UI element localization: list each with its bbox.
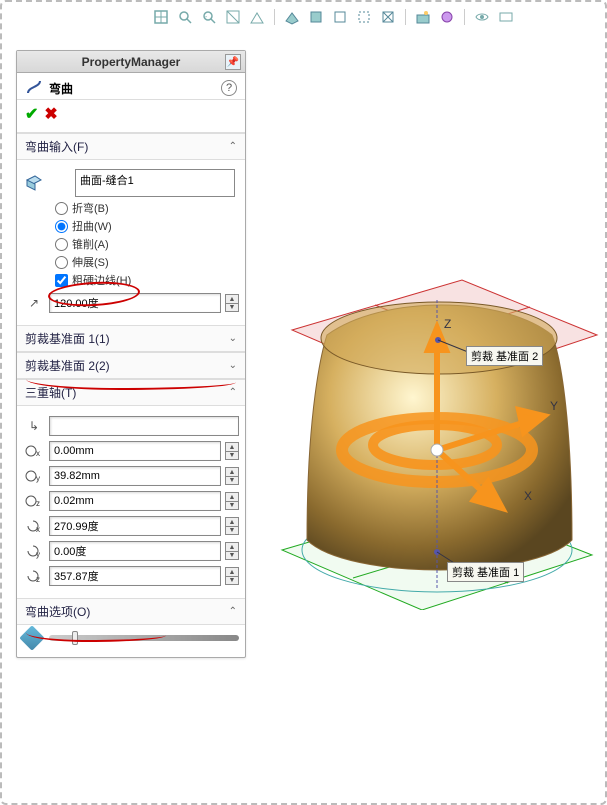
- section-triad[interactable]: 三重轴(T) ⌃: [17, 379, 245, 406]
- scene-icon[interactable]: [414, 8, 432, 26]
- radio-taper[interactable]: 锥削(A): [55, 236, 239, 252]
- help-icon[interactable]: ?: [221, 80, 237, 96]
- axis-x-label: X: [524, 489, 532, 503]
- chevron-up-icon: ⌃: [229, 141, 237, 152]
- chevron-down-icon: ⌄: [229, 360, 237, 371]
- checkbox-hard-edges[interactable]: 粗硬边线(H): [55, 272, 239, 288]
- ry-spin[interactable]: ▲▼: [225, 542, 239, 560]
- body-item: 曲面-缝合1: [80, 175, 134, 187]
- property-manager: PropertyManager 📌 弯曲 ? ✔ ✖ 弯曲输入(F) ⌃ 曲面-…: [16, 50, 246, 658]
- cz-spin[interactable]: ▲▼: [225, 492, 239, 510]
- hide-show-icon[interactable]: [473, 8, 491, 26]
- ry-input[interactable]: [49, 541, 221, 561]
- view-zoom-area-icon[interactable]: [176, 8, 194, 26]
- section-trim2-label: 剪裁基准面 2(2): [25, 357, 110, 374]
- section-flex-input[interactable]: 弯曲输入(F) ⌃: [17, 133, 245, 160]
- angle-icon: ↗: [23, 292, 45, 314]
- flex-type-group: 折弯(B) 扭曲(W) 锥削(A) 伸展(S): [55, 200, 239, 270]
- section-trim2[interactable]: 剪裁基准面 2(2) ⌄: [17, 352, 245, 379]
- axis-y-label: Y: [550, 399, 558, 413]
- label-trim-plane-2[interactable]: 剪裁 基准面 2: [466, 346, 543, 366]
- viewport-scene: Z Y X: [252, 50, 602, 610]
- view-section-icon[interactable]: [224, 8, 242, 26]
- view-toolbar: -: [152, 8, 515, 26]
- origin-select-input[interactable]: [49, 416, 239, 436]
- viewport[interactable]: Z Y X 剪裁 基准面 2 剪裁 基准面 1: [252, 50, 602, 750]
- triad-body: ↳ x ▲▼ y ▲▼ z ▲▼ x ▲▼ y ▲▼ z: [17, 406, 245, 598]
- ry-icon: y: [23, 540, 45, 562]
- body-select-icon: [23, 172, 45, 194]
- section-flex-options-label: 弯曲选项(O): [25, 603, 90, 620]
- chevron-up-icon: ⌃: [229, 606, 237, 617]
- display-hidden-visible-icon[interactable]: [355, 8, 373, 26]
- display-hidden-removed-icon[interactable]: [331, 8, 349, 26]
- body-select-list[interactable]: 曲面-缝合1: [75, 169, 235, 197]
- pm-titlebar: PropertyManager 📌: [17, 51, 245, 73]
- label-trim-plane-1[interactable]: 剪裁 基准面 1: [447, 562, 524, 582]
- view-orientation-icon[interactable]: [248, 8, 266, 26]
- flex-feature-icon: [25, 79, 43, 97]
- toolbar-sep-2: [405, 9, 406, 25]
- origin-select-icon: ↳: [23, 415, 45, 437]
- display-wireframe-icon[interactable]: [379, 8, 397, 26]
- rz-input[interactable]: [49, 566, 221, 586]
- svg-text:x: x: [36, 449, 40, 458]
- cy-icon: y: [23, 465, 45, 487]
- flex-input-body: 曲面-缝合1 折弯(B) 扭曲(W) 锥削(A) 伸展(S) 粗硬边线(H) ↗…: [17, 160, 245, 325]
- flex-options-body: [17, 625, 245, 657]
- cz-input[interactable]: [49, 491, 221, 511]
- svg-text:y: y: [36, 474, 40, 483]
- section-triad-label: 三重轴(T): [25, 384, 76, 401]
- svg-text:y: y: [36, 550, 40, 559]
- axis-z-label: Z: [444, 317, 451, 331]
- cx-input[interactable]: [49, 441, 221, 461]
- radio-bend[interactable]: 折弯(B): [55, 200, 239, 216]
- view-zoom-fit-icon[interactable]: [152, 8, 170, 26]
- feature-title: 弯曲: [49, 80, 221, 97]
- section-flex-options[interactable]: 弯曲选项(O) ⌃: [17, 598, 245, 625]
- more-icon[interactable]: [497, 8, 515, 26]
- rx-spin[interactable]: ▲▼: [225, 517, 239, 535]
- cx-spin[interactable]: ▲▼: [225, 442, 239, 460]
- cy-input[interactable]: [49, 466, 221, 486]
- toolbar-sep: [274, 9, 275, 25]
- rx-input[interactable]: [49, 516, 221, 536]
- radio-stretch[interactable]: 伸展(S): [55, 254, 239, 270]
- display-shaded-edges-icon[interactable]: [283, 8, 301, 26]
- quality-slider[interactable]: [49, 635, 239, 641]
- angle-input[interactable]: [49, 293, 221, 313]
- section-flex-input-label: 弯曲输入(F): [25, 138, 88, 155]
- quality-icon: [19, 625, 44, 650]
- svg-text:z: z: [36, 575, 40, 584]
- display-shaded-icon[interactable]: [307, 8, 325, 26]
- rz-spin[interactable]: ▲▼: [225, 567, 239, 585]
- feature-header: 弯曲 ?: [17, 73, 245, 100]
- ok-cancel-row: ✔ ✖: [17, 100, 245, 133]
- radio-twist[interactable]: 扭曲(W): [55, 218, 239, 234]
- section-trim1-label: 剪裁基准面 1(1): [25, 330, 110, 347]
- cz-icon: z: [23, 490, 45, 512]
- rx-icon: x: [23, 515, 45, 537]
- pushpin-icon[interactable]: 📌: [225, 54, 241, 70]
- chevron-down-icon: ⌄: [229, 333, 237, 344]
- appearance-icon[interactable]: [438, 8, 456, 26]
- svg-text:z: z: [36, 499, 40, 508]
- cx-icon: x: [23, 440, 45, 462]
- slider-knob[interactable]: [72, 631, 78, 645]
- svg-text:x: x: [36, 525, 40, 534]
- chevron-up-icon: ⌃: [229, 387, 237, 398]
- cy-spin[interactable]: ▲▼: [225, 467, 239, 485]
- section-trim1[interactable]: 剪裁基准面 1(1) ⌄: [17, 325, 245, 352]
- pm-title: PropertyManager: [82, 55, 181, 69]
- cancel-button[interactable]: ✖: [44, 104, 57, 124]
- view-previous-icon[interactable]: -: [200, 8, 218, 26]
- toolbar-sep-3: [464, 9, 465, 25]
- angle-spinner[interactable]: ▲▼: [225, 294, 239, 312]
- ok-button[interactable]: ✔: [25, 104, 38, 124]
- rz-icon: z: [23, 565, 45, 587]
